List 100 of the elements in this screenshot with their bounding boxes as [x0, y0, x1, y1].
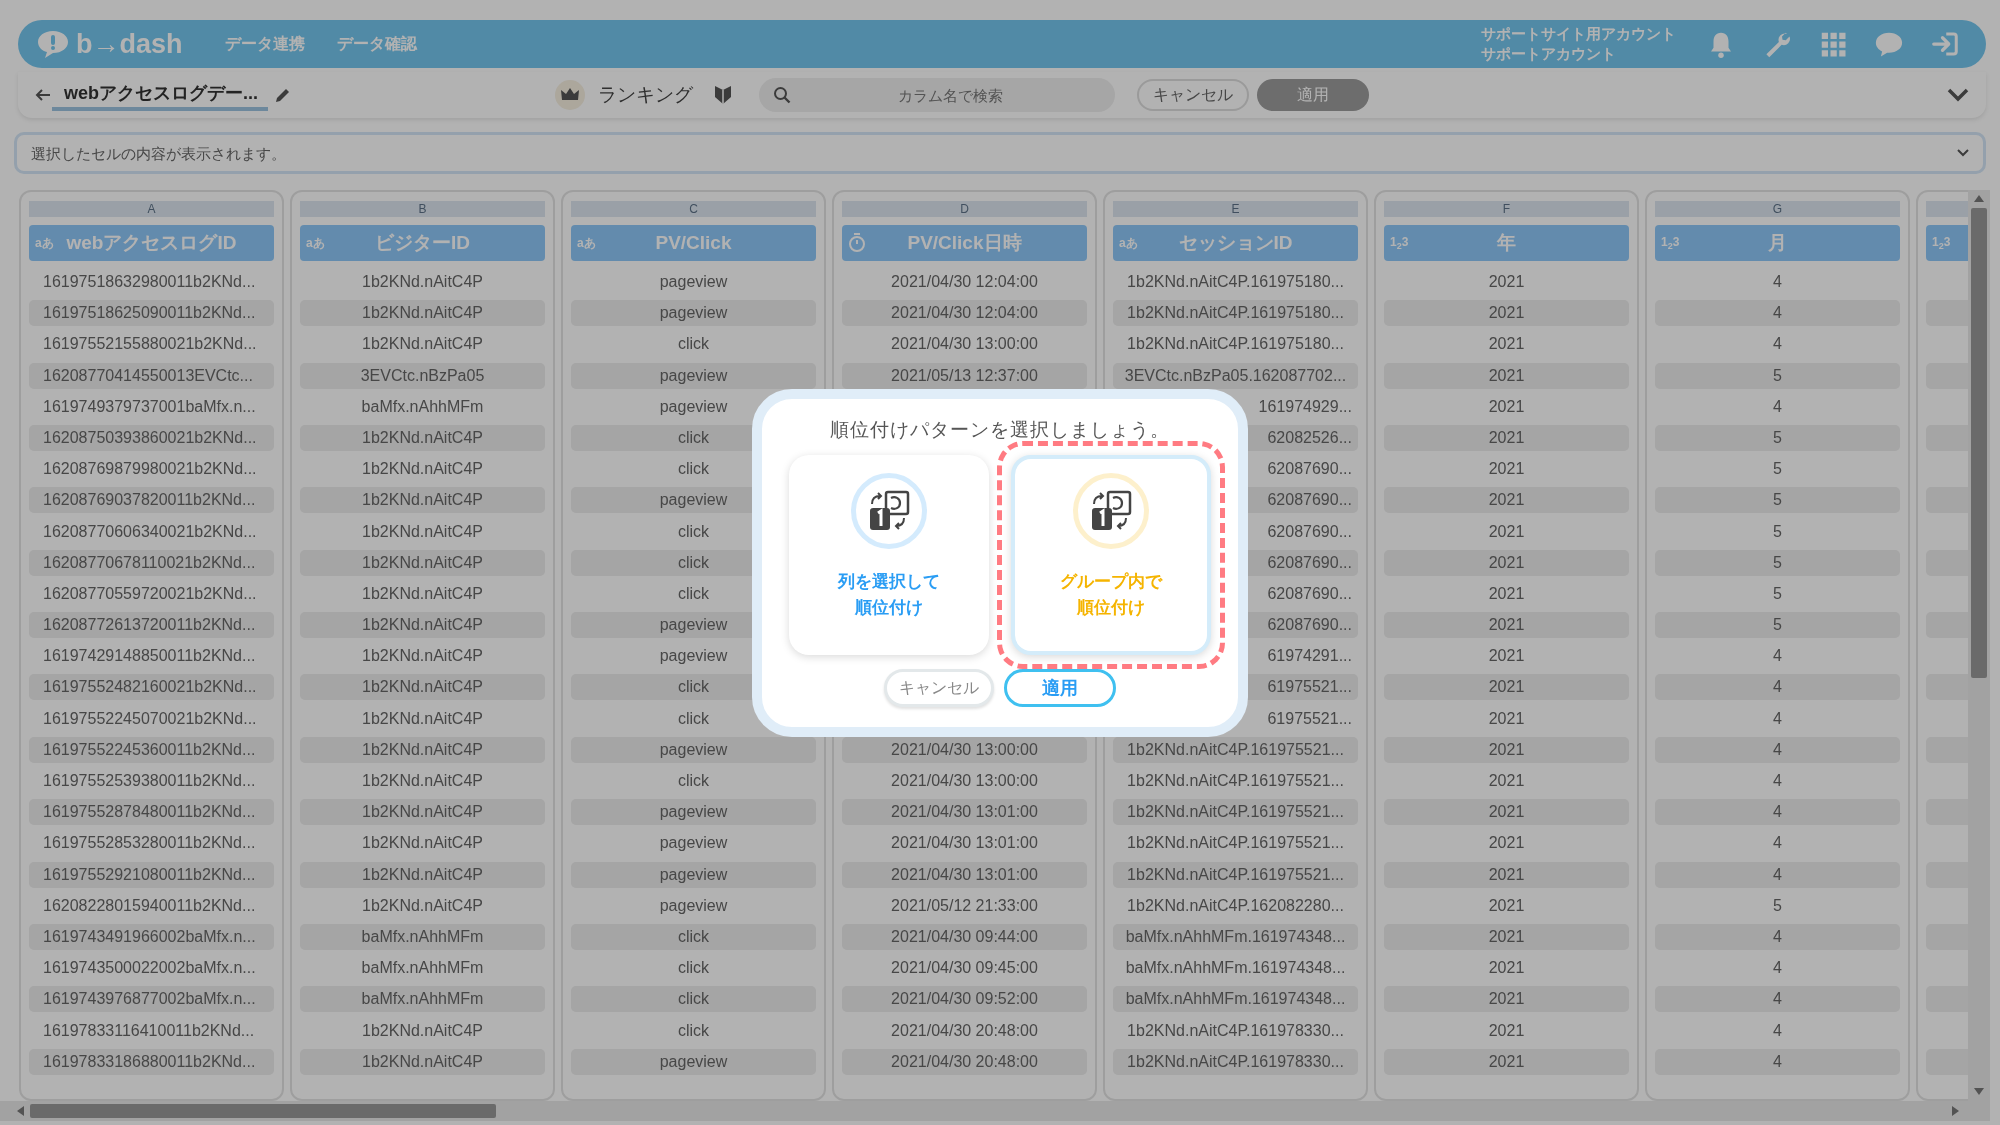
cancel-button[interactable]: キャンセル: [884, 669, 994, 707]
table-cell[interactable]: 1b2KNd.nAitC4P.161975180...: [1113, 331, 1358, 358]
table-cell[interactable]: 1b2KNd.nAitC4P.161975521...: [1113, 861, 1358, 888]
table-cell[interactable]: 2021: [1384, 331, 1629, 358]
apply-button[interactable]: 適用: [1004, 669, 1116, 707]
table-cell[interactable]: 2021: [1384, 1017, 1629, 1044]
table-cell[interactable]: 2021: [1384, 892, 1629, 919]
table-cell[interactable]: 5: [1655, 892, 1900, 919]
table-cell[interactable]: pageview: [571, 1048, 816, 1075]
table-cell[interactable]: pageview: [571, 830, 816, 857]
table-cell[interactable]: baMfx.nAhhMFm.161974348...: [1113, 923, 1358, 950]
table-cell[interactable]: 1619749379737001baMfx.n...: [29, 393, 274, 420]
table-cell[interactable]: 1b2KNd.nAitC4P: [300, 1017, 545, 1044]
table-cell[interactable]: 1b2KNd.nAitC4P: [300, 518, 545, 545]
table-cell[interactable]: 1b2KNd.nAitC4P: [300, 580, 545, 607]
table-cell[interactable]: 2021: [1384, 456, 1629, 483]
table-cell[interactable]: 2021: [1384, 549, 1629, 576]
table-cell[interactable]: 1b2KNd.nAitC4P: [300, 892, 545, 919]
table-cell[interactable]: 16208770678110021b2KNd...: [29, 549, 274, 576]
table-cell[interactable]: 1b2KNd.nAitC4P: [300, 424, 545, 451]
table-cell[interactable]: 5: [1655, 580, 1900, 607]
table-cell[interactable]: 4: [1655, 1017, 1900, 1044]
table-cell[interactable]: pageview: [571, 892, 816, 919]
table-cell[interactable]: 5: [1655, 612, 1900, 639]
table-cell[interactable]: 4: [1655, 736, 1900, 763]
table-cell[interactable]: 1b2KNd.nAitC4P.162082280...: [1113, 892, 1358, 919]
table-cell[interactable]: 2021: [1384, 269, 1629, 295]
table-cell[interactable]: 16197518632980011b2KNd...: [29, 269, 274, 295]
table-cell[interactable]: 2021: [1384, 518, 1629, 545]
table-cell[interactable]: 2021/04/30 13:01:00: [842, 861, 1087, 888]
scroll-right-icon[interactable]: [1952, 1106, 1960, 1116]
table-cell[interactable]: 2021/04/30 09:44:00: [842, 923, 1087, 950]
table-cell[interactable]: 4: [1655, 269, 1900, 295]
table-cell[interactable]: baMfx.nAhhMFm.161974348...: [1113, 986, 1358, 1013]
table-cell[interactable]: baMfx.nAhhMFm: [300, 923, 545, 950]
table-cell[interactable]: baMfx.nAhhMFm: [300, 986, 545, 1013]
table-cell[interactable]: 5: [1655, 456, 1900, 483]
table-cell[interactable]: click: [571, 923, 816, 950]
table-cell[interactable]: pageview: [571, 300, 816, 327]
table-cell[interactable]: 4: [1655, 955, 1900, 982]
table-cell[interactable]: 1b2KNd.nAitC4P: [300, 300, 545, 327]
table-cell[interactable]: 2021: [1384, 986, 1629, 1013]
table-cell[interactable]: baMfx.nAhhMFm.161974348...: [1113, 955, 1358, 982]
table-cell[interactable]: 2021: [1384, 955, 1629, 982]
table-cell[interactable]: pageview: [571, 269, 816, 295]
table-cell[interactable]: 16197552245360011b2KNd...: [29, 736, 274, 763]
table-cell[interactable]: click: [571, 986, 816, 1013]
table-cell[interactable]: 1b2KNd.nAitC4P: [300, 674, 545, 701]
table-cell[interactable]: 16197552245070021b2KNd...: [29, 705, 274, 732]
table-cell[interactable]: 16197552878480011b2KNd...: [29, 799, 274, 826]
scrollbar-thumb[interactable]: [1971, 208, 1987, 678]
table-cell[interactable]: 1b2KNd.nAitC4P.161978330...: [1113, 1017, 1358, 1044]
table-cell[interactable]: 4: [1655, 643, 1900, 670]
table-cell[interactable]: 1b2KNd.nAitC4P.161978330...: [1113, 1048, 1358, 1075]
table-cell[interactable]: 5: [1655, 487, 1900, 514]
table-cell[interactable]: 1b2KNd.nAitC4P.161975180...: [1113, 300, 1358, 327]
table-cell[interactable]: 1b2KNd.nAitC4P: [300, 799, 545, 826]
table-cell[interactable]: 2021: [1384, 830, 1629, 857]
table-cell[interactable]: 16208770559720021b2KNd...: [29, 580, 274, 607]
cell-content-field[interactable]: 選択したセルの内容が表示されます。: [14, 132, 1986, 174]
table-cell[interactable]: 4: [1655, 1048, 1900, 1075]
table-cell[interactable]: 1b2KNd.nAitC4P: [300, 612, 545, 639]
table-cell[interactable]: 16197552921080011b2KNd...: [29, 861, 274, 888]
table-cell[interactable]: 4: [1655, 674, 1900, 701]
table-cell[interactable]: 2021: [1384, 580, 1629, 607]
table-cell[interactable]: 2021: [1384, 861, 1629, 888]
table-cell[interactable]: 16208769879980021b2KNd...: [29, 456, 274, 483]
table-cell[interactable]: 1b2KNd.nAitC4P: [300, 487, 545, 514]
table-cell[interactable]: 4: [1655, 300, 1900, 327]
table-cell[interactable]: 1b2KNd.nAitC4P.161975180...: [1113, 269, 1358, 295]
table-cell[interactable]: 2021: [1384, 612, 1629, 639]
table-cell[interactable]: 16208769037820011b2KNd...: [29, 487, 274, 514]
table-cell[interactable]: 1b2KNd.nAitC4P: [300, 331, 545, 358]
table-cell[interactable]: 1b2KNd.nAitC4P.161975521...: [1113, 830, 1358, 857]
table-cell[interactable]: 2021: [1384, 300, 1629, 327]
table-cell[interactable]: 16197429148850011b2KNd...: [29, 643, 274, 670]
table-cell[interactable]: 2021/04/30 09:45:00: [842, 955, 1087, 982]
table-cell[interactable]: 1b2KNd.nAitC4P: [300, 830, 545, 857]
table-cell[interactable]: 4: [1655, 331, 1900, 358]
table-cell[interactable]: 4: [1655, 705, 1900, 732]
table-cell[interactable]: 2021: [1384, 1048, 1629, 1075]
table-cell[interactable]: 5: [1655, 549, 1900, 576]
table-cell[interactable]: 2021: [1384, 768, 1629, 794]
table-cell[interactable]: 1b2KNd.nAitC4P: [300, 549, 545, 576]
table-cell[interactable]: 5: [1655, 424, 1900, 451]
table-cell[interactable]: 1b2KNd.nAitC4P: [300, 736, 545, 763]
table-cell[interactable]: 16208750393860021b2KNd...: [29, 424, 274, 451]
table-cell[interactable]: pageview: [571, 799, 816, 826]
table-cell[interactable]: 5: [1655, 518, 1900, 545]
table-cell[interactable]: 1b2KNd.nAitC4P: [300, 269, 545, 295]
table-cell[interactable]: 2021/04/30 20:48:00: [842, 1048, 1087, 1075]
scroll-left-icon[interactable]: [16, 1106, 24, 1116]
table-cell[interactable]: click: [571, 955, 816, 982]
scroll-up-icon[interactable]: [1974, 194, 1984, 202]
table-cell[interactable]: 2021/04/30 09:52:00: [842, 986, 1087, 1013]
table-cell[interactable]: 16197552155880021b2KNd...: [29, 331, 274, 358]
table-cell[interactable]: 16208228015940011b2KNd...: [29, 892, 274, 919]
table-cell[interactable]: 2021: [1384, 643, 1629, 670]
table-cell[interactable]: 1b2KNd.nAitC4P: [300, 1048, 545, 1075]
table-cell[interactable]: 1b2KNd.nAitC4P: [300, 705, 545, 732]
